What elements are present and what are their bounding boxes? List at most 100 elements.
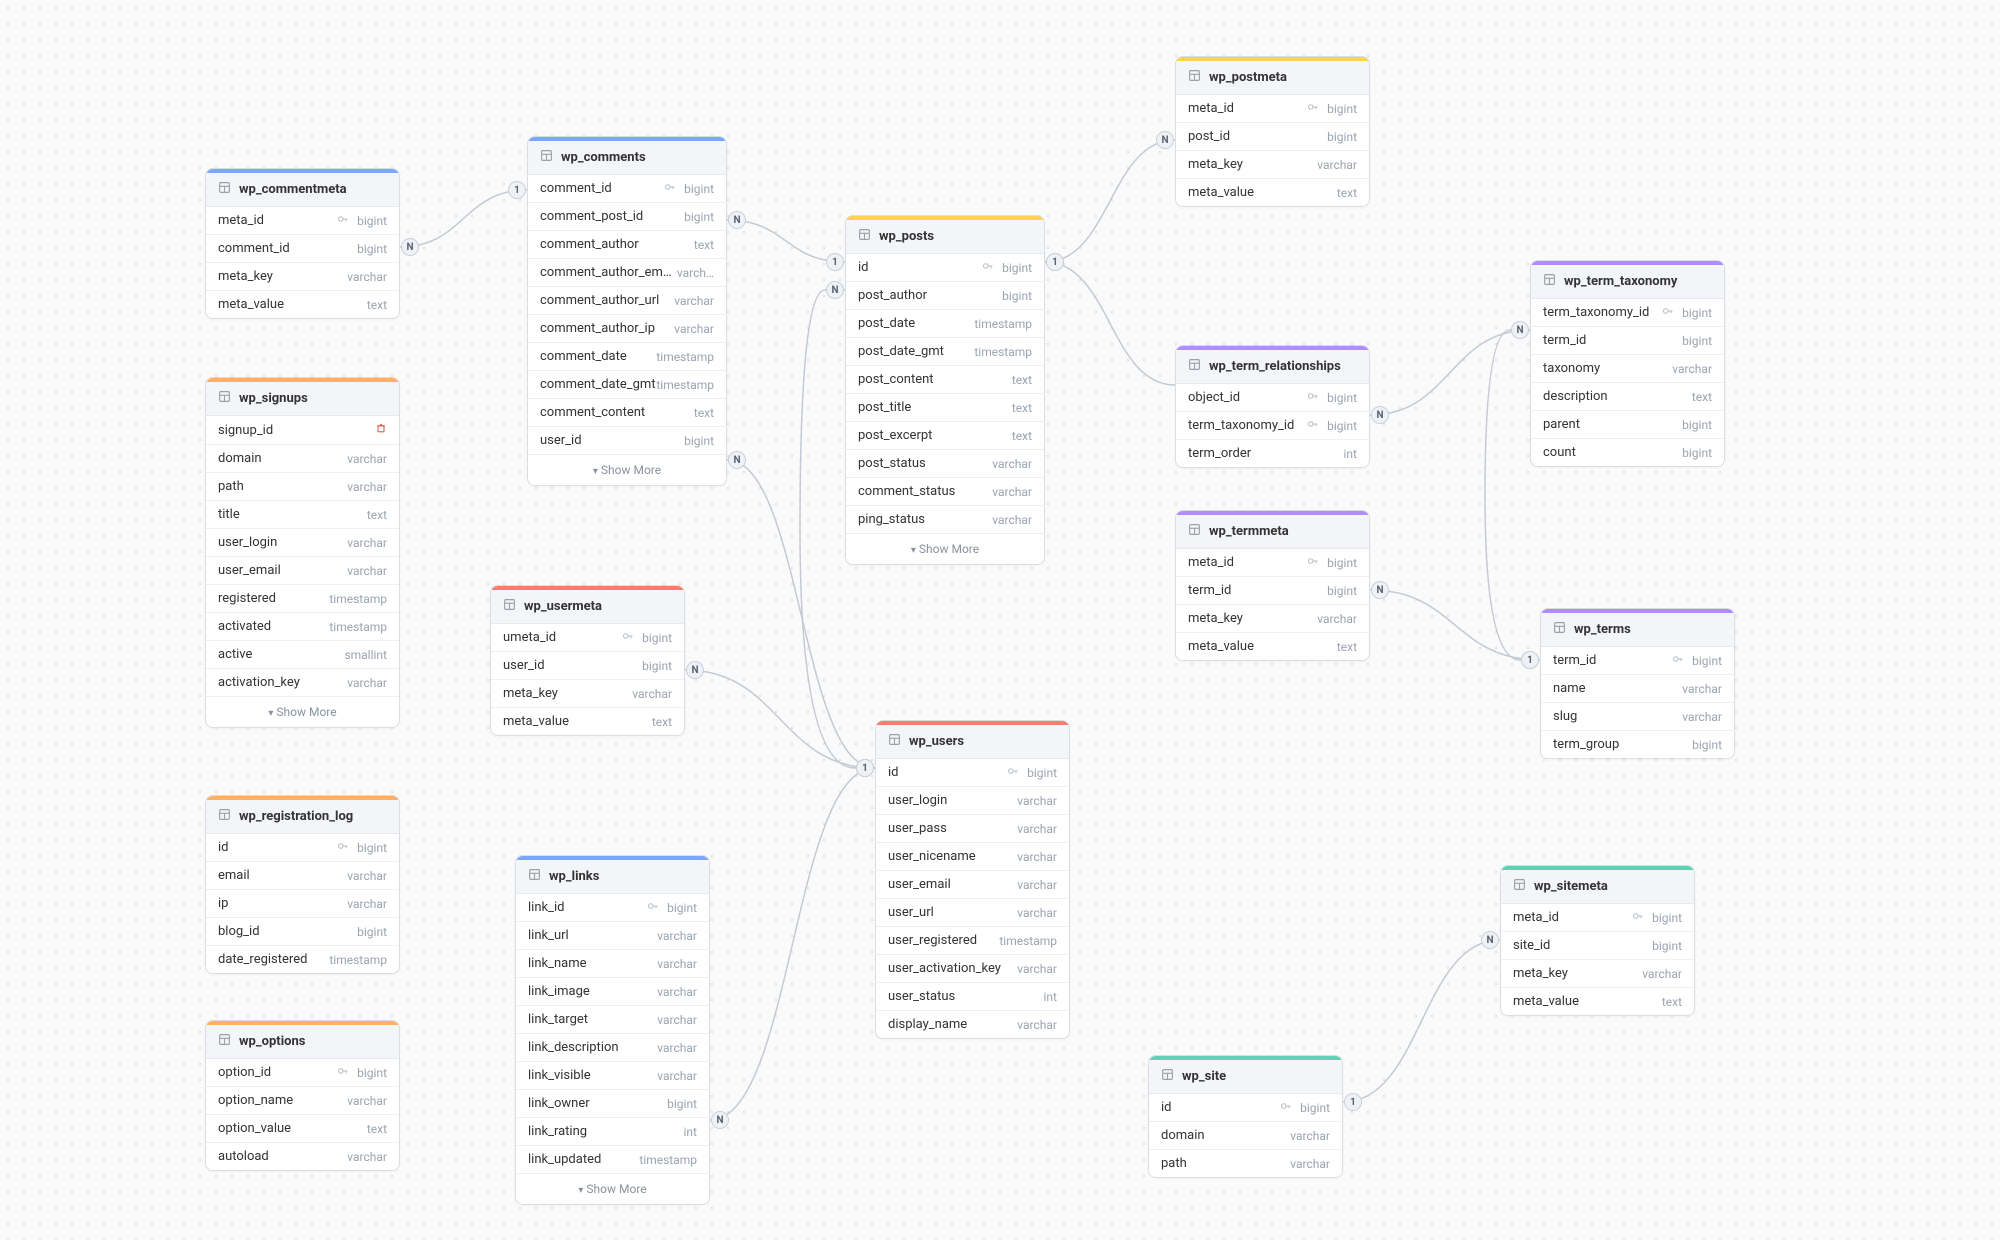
column-row[interactable]: term_orderint [1176, 440, 1369, 467]
column-row[interactable]: pathvarchar [1149, 1150, 1342, 1177]
column-row[interactable]: user_passvarchar [876, 815, 1069, 843]
column-row[interactable]: site_idbigint [1501, 932, 1694, 960]
column-row[interactable]: countbigint [1531, 439, 1724, 466]
column-row[interactable]: meta_keyvarchar [1176, 151, 1369, 179]
column-row[interactable]: display_namevarchar [876, 1011, 1069, 1038]
column-row[interactable]: comment_idbigint [528, 175, 726, 203]
column-row[interactable]: term_idbigint [1176, 577, 1369, 605]
column-row[interactable]: meta_valuetext [1176, 633, 1369, 660]
column-row[interactable]: term_idbigint [1531, 327, 1724, 355]
column-row[interactable]: user_idbigint [528, 427, 726, 455]
table-wp_users[interactable]: wp_usersidbigintuser_loginvarcharuser_pa… [875, 720, 1070, 1039]
column-row[interactable]: comment_date_gmttimestamp [528, 371, 726, 399]
show-more-button[interactable]: ▾ Show More [528, 455, 726, 485]
column-row[interactable]: ipvarchar [206, 890, 399, 918]
column-row[interactable]: emailvarchar [206, 862, 399, 890]
table-wp_posts[interactable]: wp_postsidbigintpost_authorbigintpost_da… [845, 215, 1045, 565]
column-row[interactable]: link_namevarchar [516, 950, 709, 978]
column-row[interactable]: meta_keyvarchar [1176, 605, 1369, 633]
table-wp_term_relationships[interactable]: wp_term_relationshipsobject_idbigintterm… [1175, 345, 1370, 468]
column-row[interactable]: meta_valuetext [1501, 988, 1694, 1015]
column-row[interactable]: user_loginvarchar [206, 529, 399, 557]
column-row[interactable]: meta_valuetext [491, 708, 684, 735]
column-row[interactable]: comment_contenttext [528, 399, 726, 427]
column-row[interactable]: term_taxonomy_idbigint [1531, 299, 1724, 327]
table-header[interactable]: wp_options [206, 1025, 399, 1059]
column-row[interactable]: user_activation_keyvarchar [876, 955, 1069, 983]
column-row[interactable]: pathvarchar [206, 473, 399, 501]
table-wp_postmeta[interactable]: wp_postmetameta_idbigintpost_idbigintmet… [1175, 56, 1370, 207]
table-header[interactable]: wp_terms [1541, 613, 1734, 647]
column-row[interactable]: comment_author_em…varch… [528, 259, 726, 287]
column-row[interactable]: meta_idbigint [206, 207, 399, 235]
column-row[interactable]: option_namevarchar [206, 1087, 399, 1115]
table-header[interactable]: wp_links [516, 860, 709, 894]
column-row[interactable]: ping_statusvarchar [846, 506, 1044, 534]
column-row[interactable]: post_idbigint [1176, 123, 1369, 151]
column-row[interactable]: activatedtimestamp [206, 613, 399, 641]
table-header[interactable]: wp_usermeta [491, 590, 684, 624]
column-row[interactable]: object_idbigint [1176, 384, 1369, 412]
column-row[interactable]: idbigint [1149, 1094, 1342, 1122]
table-wp_links[interactable]: wp_linkslink_idbigintlink_urlvarcharlink… [515, 855, 710, 1205]
column-row[interactable]: post_excerpttext [846, 422, 1044, 450]
column-row[interactable]: option_idbigint [206, 1059, 399, 1087]
column-row[interactable]: link_imagevarchar [516, 978, 709, 1006]
column-row[interactable]: domainvarchar [206, 445, 399, 473]
column-row[interactable]: activesmallint [206, 641, 399, 669]
table-wp_comments[interactable]: wp_commentscomment_idbigintcomment_post_… [527, 136, 727, 486]
table-header[interactable]: wp_registration_log [206, 800, 399, 834]
column-row[interactable]: post_statusvarchar [846, 450, 1044, 478]
column-row[interactable]: blog_idbigint [206, 918, 399, 946]
show-more-button[interactable]: ▾ Show More [516, 1174, 709, 1204]
column-row[interactable]: user_urlvarchar [876, 899, 1069, 927]
column-row[interactable]: meta_idbigint [1501, 904, 1694, 932]
column-row[interactable]: meta_valuetext [206, 291, 399, 318]
table-wp_options[interactable]: wp_optionsoption_idbigintoption_namevarc… [205, 1020, 400, 1171]
column-row[interactable]: post_authorbigint [846, 282, 1044, 310]
column-row[interactable]: meta_idbigint [1176, 549, 1369, 577]
column-row[interactable]: link_ownerbigint [516, 1090, 709, 1118]
column-row[interactable]: link_ratingint [516, 1118, 709, 1146]
trash-icon[interactable] [375, 422, 387, 438]
column-row[interactable]: option_valuetext [206, 1115, 399, 1143]
column-row[interactable]: titletext [206, 501, 399, 529]
table-header[interactable]: wp_term_taxonomy [1531, 265, 1724, 299]
table-header[interactable]: wp_users [876, 725, 1069, 759]
table-header[interactable]: wp_postmeta [1176, 61, 1369, 95]
table-header[interactable]: wp_signups [206, 382, 399, 416]
table-header[interactable]: wp_comments [528, 141, 726, 175]
column-row[interactable]: link_urlvarchar [516, 922, 709, 950]
column-row[interactable]: date_registeredtimestamp [206, 946, 399, 973]
column-row[interactable]: user_loginvarchar [876, 787, 1069, 815]
erd-canvas[interactable]: { "ui": { "show_more": "Show More" }, "b… [0, 0, 2000, 1240]
table-header[interactable]: wp_commentmeta [206, 173, 399, 207]
table-header[interactable]: wp_site [1149, 1060, 1342, 1094]
table-header[interactable]: wp_term_relationships [1176, 350, 1369, 384]
table-wp_term_taxonomy[interactable]: wp_term_taxonomyterm_taxonomy_idbigintte… [1530, 260, 1725, 467]
column-row[interactable]: post_contenttext [846, 366, 1044, 394]
column-row[interactable]: meta_idbigint [1176, 95, 1369, 123]
table-wp_commentmeta[interactable]: wp_commentmetameta_idbigintcomment_idbig… [205, 168, 400, 319]
column-row[interactable]: post_datetimestamp [846, 310, 1044, 338]
column-row[interactable]: activation_keyvarchar [206, 669, 399, 697]
table-header[interactable]: wp_termmeta [1176, 515, 1369, 549]
show-more-button[interactable]: ▾ Show More [846, 534, 1044, 564]
column-row[interactable]: user_nicenamevarchar [876, 843, 1069, 871]
table-header[interactable]: wp_sitemeta [1501, 870, 1694, 904]
column-row[interactable]: meta_keyvarchar [206, 263, 399, 291]
table-wp_registration_log[interactable]: wp_registration_logidbigintemailvarchari… [205, 795, 400, 974]
table-wp_site[interactable]: wp_siteidbigintdomainvarcharpathvarchar [1148, 1055, 1343, 1178]
column-row[interactable]: idbigint [846, 254, 1044, 282]
column-row[interactable]: post_titletext [846, 394, 1044, 422]
column-row[interactable]: comment_author_urlvarchar [528, 287, 726, 315]
column-row[interactable]: umeta_idbigint [491, 624, 684, 652]
table-header[interactable]: wp_posts [846, 220, 1044, 254]
column-row[interactable]: domainvarchar [1149, 1122, 1342, 1150]
column-row[interactable]: autoloadvarchar [206, 1143, 399, 1170]
column-row[interactable]: comment_idbigint [206, 235, 399, 263]
column-row[interactable]: link_descriptionvarchar [516, 1034, 709, 1062]
column-row[interactable]: meta_keyvarchar [491, 680, 684, 708]
table-wp_sitemeta[interactable]: wp_sitemetameta_idbigintsite_idbigintmet… [1500, 865, 1695, 1016]
column-row[interactable]: term_taxonomy_idbigint [1176, 412, 1369, 440]
